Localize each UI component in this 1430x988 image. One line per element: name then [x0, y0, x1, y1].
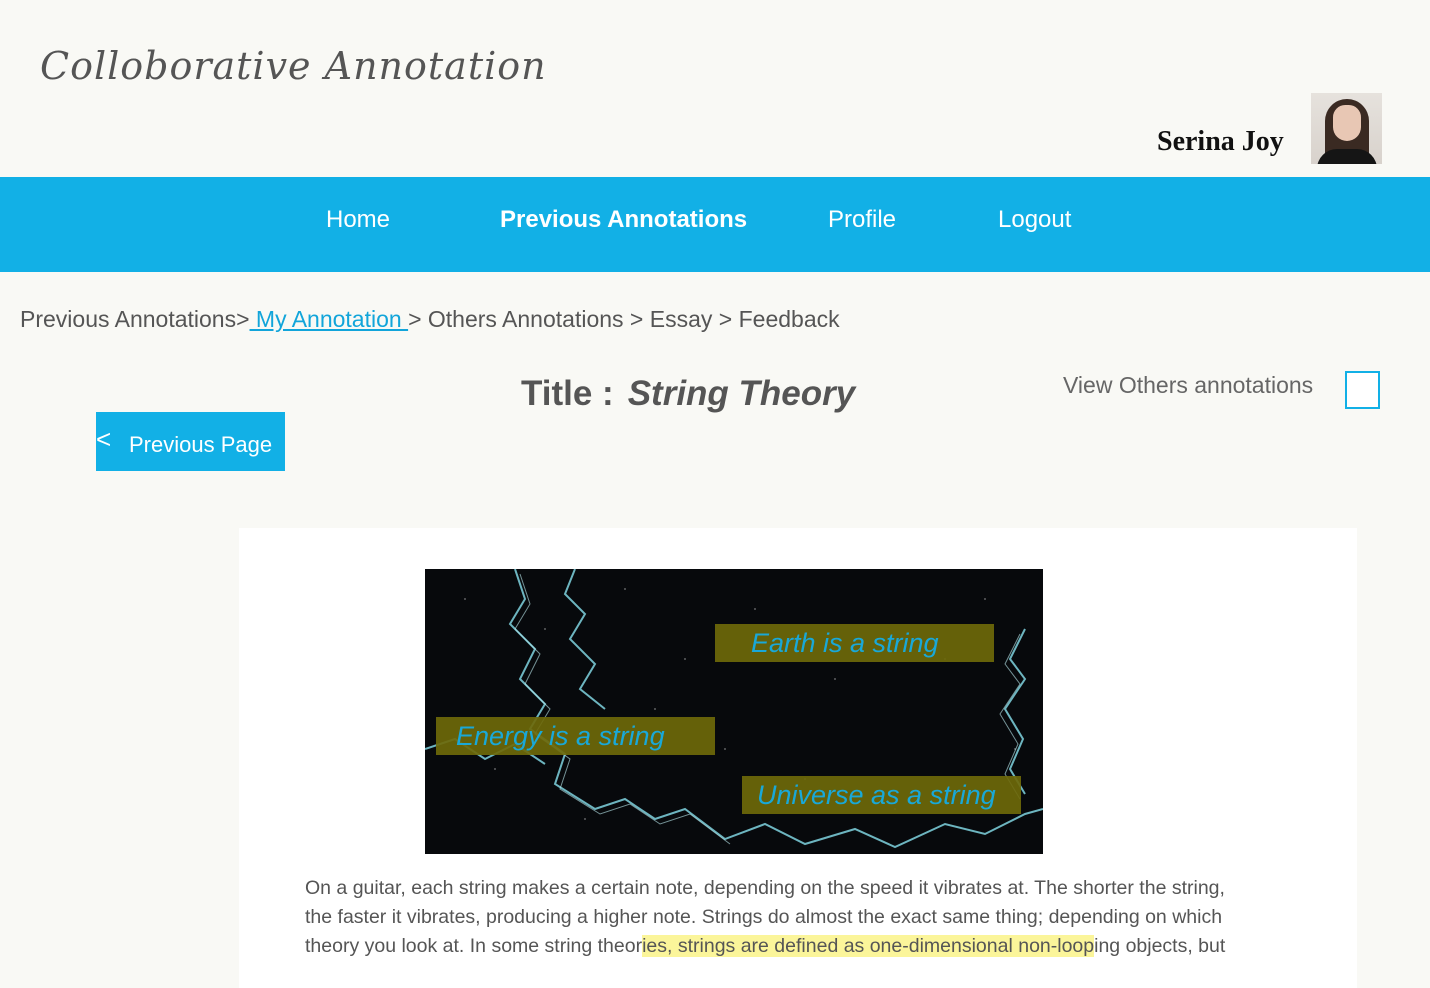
nav-home[interactable]: Home — [326, 206, 390, 234]
view-others-label: View Others annotations — [1063, 372, 1314, 398]
essay-text: On a guitar, each string makes a certain… — [305, 874, 1335, 961]
essay-line-2: the faster it vibrates, producing a high… — [305, 906, 1223, 928]
previous-page-label: Previous Page — [129, 432, 273, 457]
nav-logout[interactable]: Logout — [998, 206, 1071, 234]
breadcrumb-essay[interactable]: > Essay — [624, 306, 712, 332]
essay-line-1: On a guitar, each string makes a certain… — [305, 877, 1225, 899]
breadcrumb-others-annotations[interactable]: > Others Annotations — [408, 306, 623, 332]
page-title-label: Title : — [521, 374, 614, 413]
previous-page-button[interactable]: < Previous Page — [96, 412, 285, 471]
breadcrumb-previous-annotations[interactable]: Previous Annotations> — [20, 306, 250, 332]
image-tag-earth[interactable]: Earth is a string — [715, 624, 994, 662]
chevron-left-icon: < — [96, 424, 112, 454]
image-tag-energy[interactable]: Energy is a string — [436, 717, 715, 755]
avatar[interactable] — [1311, 93, 1382, 164]
page-title: Title : String Theory — [521, 374, 855, 414]
essay-image: Earth is a string Energy is a string Uni… — [425, 569, 1043, 854]
app-title: Colloborative Annotation — [40, 44, 547, 88]
breadcrumb-feedback[interactable]: > Feedback — [712, 306, 840, 332]
nav-bar: Home Previous Annotations Profile Logout — [0, 177, 1430, 272]
image-tag-universe[interactable]: Universe as a string — [742, 776, 1021, 814]
essay-line-3: theory you look at. In some string theor… — [305, 935, 1226, 957]
user-name: Serina Joy — [1157, 126, 1284, 157]
document-panel: Earth is a string Energy is a string Uni… — [239, 528, 1357, 988]
view-others-checkbox[interactable] — [1345, 371, 1380, 409]
nav-profile[interactable]: Profile — [828, 206, 896, 234]
breadcrumb-my-annotation[interactable]: My Annotation — [250, 306, 409, 332]
breadcrumb: Previous Annotations> My Annotation > Ot… — [20, 306, 840, 333]
essay-highlight[interactable]: ies, strings are defined as one-dimensio… — [642, 935, 1095, 957]
page-title-value: String Theory — [627, 374, 856, 413]
nav-previous-annotations[interactable]: Previous Annotations — [500, 206, 747, 234]
